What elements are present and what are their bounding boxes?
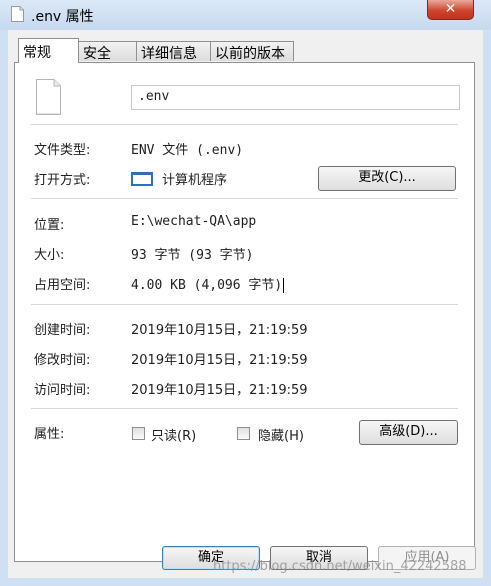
accessed-value: 2019年10月15日，21:19:59 — [131, 383, 308, 398]
general-panel — [14, 62, 475, 562]
modified-label: 修改时间: — [34, 353, 91, 368]
location-value: E:\wechat-QA\app — [131, 214, 257, 229]
attributes-label: 属性: — [34, 427, 65, 442]
window-title: .env 属性 — [31, 9, 94, 25]
file-type-value: ENV 文件 (.env) — [131, 143, 244, 158]
hidden-checkbox[interactable] — [237, 427, 250, 440]
file-name-input[interactable]: .env — [131, 85, 460, 110]
watermark-text: https://blog.csdn.net/weixin_42242588 — [213, 559, 467, 574]
dialog-body: 常规 安全 详细信息 以前的版本 .env 文件类型: ENV 文件 (.env… — [8, 30, 483, 578]
tab-security[interactable]: 安全 — [78, 41, 137, 62]
change-button[interactable]: 更改(C)... — [318, 166, 456, 191]
created-value: 2019年10月15日，21:19:59 — [131, 323, 308, 338]
hidden-label[interactable]: 隐藏(H) — [258, 425, 304, 444]
readonly-label[interactable]: 只读(R) — [151, 425, 196, 444]
app-window-icon — [131, 172, 153, 186]
location-label: 位置: — [34, 218, 65, 233]
file-type-icon — [36, 79, 61, 115]
size-value: 93 字节 (93 字节) — [131, 248, 254, 263]
advanced-button[interactable]: 高级(D)... — [359, 420, 458, 445]
divider — [31, 198, 458, 199]
size-on-disk-container: 4.00 KB (4,096 字节) — [131, 274, 285, 293]
modified-value: 2019年10月15日，21:19:59 — [131, 353, 308, 368]
size-on-disk-label: 占用空间: — [34, 278, 91, 293]
open-with-value: 计算机程序 — [162, 173, 228, 188]
title-bar[interactable]: .env 属性 ✕ — [0, 0, 491, 30]
close-button[interactable]: ✕ — [427, 0, 474, 20]
readonly-checkbox[interactable] — [132, 427, 145, 440]
open-with-label: 打开方式: — [34, 173, 91, 188]
tab-previous-versions[interactable]: 以前的版本 — [210, 41, 294, 62]
tab-general[interactable]: 常规 — [18, 38, 79, 63]
tab-details[interactable]: 详细信息 — [136, 41, 211, 62]
file-type-label: 文件类型: — [34, 143, 91, 158]
divider — [31, 408, 458, 409]
created-label: 创建时间: — [34, 323, 91, 338]
divider — [31, 304, 458, 305]
divider — [31, 124, 458, 125]
size-on-disk-value[interactable]: 4.00 KB (4,096 字节) — [131, 278, 285, 293]
size-label: 大小: — [34, 248, 65, 263]
accessed-label: 访问时间: — [34, 383, 91, 398]
file-icon — [11, 6, 24, 22]
